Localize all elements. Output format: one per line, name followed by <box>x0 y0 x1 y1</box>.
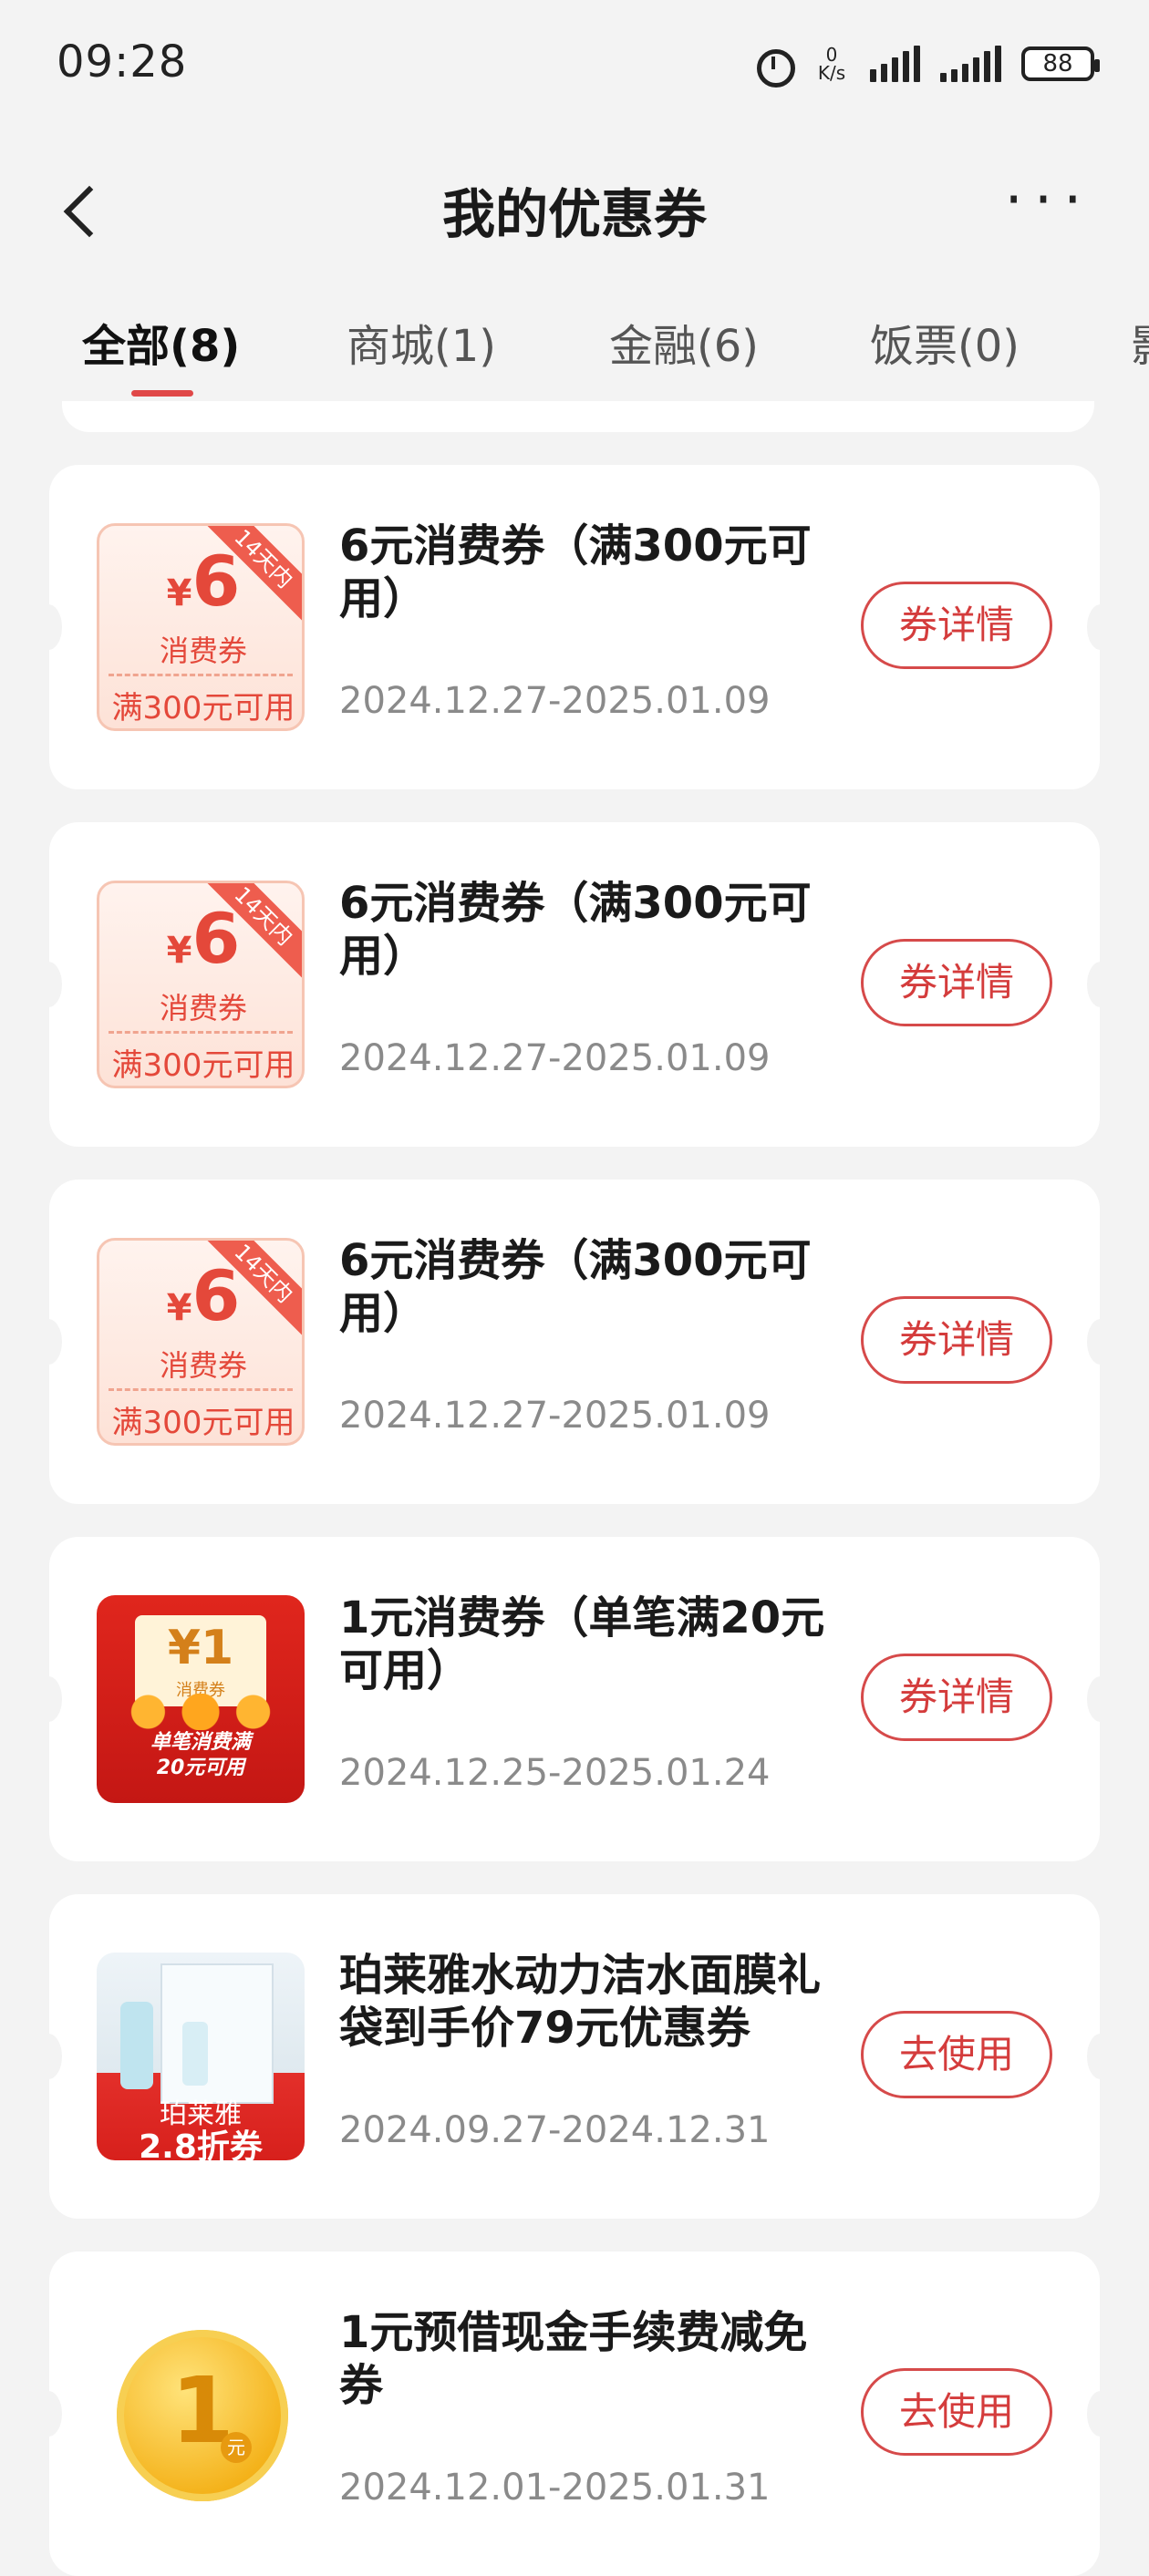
coupon-details-button[interactable]: 券详情 <box>861 582 1052 669</box>
voucher-kind: 消费券 <box>159 634 247 668</box>
status-time: 09:28 <box>57 36 188 88</box>
coupon-title: 1元消费券（单笔满20元可用） <box>339 1592 825 1696</box>
tab-movie[interactable]: 影 <box>1131 310 1149 374</box>
voucher-condition-line2: 20元可用 <box>156 1757 245 1779</box>
battery-level: 88 <box>1042 50 1073 77</box>
page-title: 我的优惠券 <box>441 183 707 245</box>
coupon-card[interactable]: ¥1 消费券 单笔消费满 20元可用 1元消费券（单笔满20元可用） 2024.… <box>35 1537 1114 1861</box>
status-bar: 09:28 0 K/s 88 <box>0 0 1149 128</box>
tab-meal-ticket[interactable]: 饭票(0) <box>870 310 1020 374</box>
discount-label: 2.8折券 <box>139 2128 263 2160</box>
battery-icon: 88 <box>1021 46 1100 81</box>
coupon-card[interactable]: 1 元 1元预借现金手续费减免券 2024.12.01-2025.01.31 去… <box>35 2251 1114 2576</box>
coupon-card[interactable]: 珀莱雅 2.8折券 珀莱雅水动力洁水面膜礼袋到手价79元优惠券 2024.09.… <box>35 1894 1114 2219</box>
coupon-card[interactable]: 14天内 ¥6 消费券 满300元可用 6元消费券（满300元可用） 2024.… <box>35 1180 1114 1504</box>
voucher-condition: 满300元可用 <box>111 690 295 726</box>
coins-icon <box>113 1694 288 1730</box>
previous-card-edge <box>62 401 1094 432</box>
voucher-amount: 6 <box>192 898 241 979</box>
voucher-kind: 消费券 <box>159 991 247 1025</box>
product-thumbnail: 珀莱雅 2.8折券 <box>97 1953 305 2160</box>
voucher-condition-line1: 单笔消费满 <box>150 1731 251 1754</box>
voucher-amount: ¥1 <box>167 1621 234 1675</box>
alarm-icon <box>753 44 795 88</box>
coin-thumbnail: 1 元 <box>97 2310 305 2518</box>
use-coupon-button[interactable]: 去使用 <box>861 2011 1052 2098</box>
voucher-condition: 满300元可用 <box>111 1047 295 1084</box>
red-envelope-thumbnail: ¥1 消费券 单笔消费满 20元可用 <box>97 1595 305 1803</box>
tab-active-indicator <box>131 390 193 397</box>
app-header: 我的优惠券 ··· <box>0 137 1149 283</box>
voucher-condition: 满300元可用 <box>111 1405 295 1441</box>
currency-symbol: ¥ <box>166 1287 192 1329</box>
coupon-details-button[interactable]: 券详情 <box>861 1296 1052 1384</box>
voucher-kind: 消费券 <box>159 1348 247 1383</box>
coupon-card[interactable]: 14天内 ¥6 消费券 满300元可用 6元消费券（满300元可用） 2024.… <box>35 822 1114 1147</box>
coin-amount: 1 <box>171 2357 234 2464</box>
coupon-validity: 2024.12.27-2025.01.09 <box>339 1037 771 1079</box>
coupon-validity: 2024.12.27-2025.01.09 <box>339 1395 771 1437</box>
tab-mall[interactable]: 商城(1) <box>347 310 496 374</box>
bottle-image <box>182 2022 208 2086</box>
more-options-button[interactable]: ··· <box>994 171 1103 237</box>
coupon-details-button[interactable]: 券详情 <box>861 1654 1052 1741</box>
tab-finance[interactable]: 金融(6) <box>609 310 759 374</box>
coupon-card[interactable]: 14天内 ¥6 消费券 满300元可用 6元消费券（满300元可用） 2024.… <box>35 465 1114 789</box>
voucher-amount: 6 <box>192 1255 241 1336</box>
network-speed-value: 0 <box>825 44 838 66</box>
coupon-title: 1元预借现金手续费减免券 <box>339 2307 808 2411</box>
signal-2-icon <box>940 46 1001 82</box>
coupon-validity: 2024.12.01-2025.01.31 <box>339 2467 771 2509</box>
gift-box-image <box>160 1963 274 2104</box>
voucher-thumbnail: 14天内 ¥6 消费券 满300元可用 <box>97 523 305 731</box>
coupon-title: 6元消费券（满300元可用） <box>339 878 812 982</box>
status-icons: 0 K/s 88 <box>753 40 1100 88</box>
bottle-image <box>120 2002 153 2089</box>
signal-icon <box>870 46 920 82</box>
currency-symbol: ¥ <box>166 572 192 614</box>
voucher-thumbnail: 14天内 ¥6 消费券 满300元可用 <box>97 1238 305 1446</box>
gold-coin-icon: 1 元 <box>117 2330 288 2501</box>
coupon-validity: 2024.12.27-2025.01.09 <box>339 680 771 722</box>
coupon-validity: 2024.09.27-2024.12.31 <box>339 2109 771 2151</box>
coupon-title: 珀莱雅水动力洁水面膜礼袋到手价79元优惠券 <box>339 1950 822 2054</box>
coupon-title: 6元消费券（满300元可用） <box>339 1235 812 1339</box>
network-speed: 0 K/s <box>813 46 850 82</box>
coupon-validity: 2024.12.25-2025.01.24 <box>339 1752 771 1794</box>
voucher-thumbnail: 14天内 ¥6 消费券 满300元可用 <box>97 881 305 1088</box>
currency-symbol: ¥ <box>166 930 192 972</box>
network-speed-unit: K/s <box>817 62 846 84</box>
coin-unit: 元 <box>221 2432 252 2463</box>
use-coupon-button[interactable]: 去使用 <box>861 2368 1052 2456</box>
voucher-amount: 6 <box>192 541 241 622</box>
coupon-details-button[interactable]: 券详情 <box>861 939 1052 1026</box>
tab-all[interactable]: 全部(8) <box>82 310 240 374</box>
coupon-title: 6元消费券（满300元可用） <box>339 520 812 624</box>
coupon-tabs: 全部(8) 商城(1) 金融(6) 饭票(0) 影 <box>0 310 1149 401</box>
